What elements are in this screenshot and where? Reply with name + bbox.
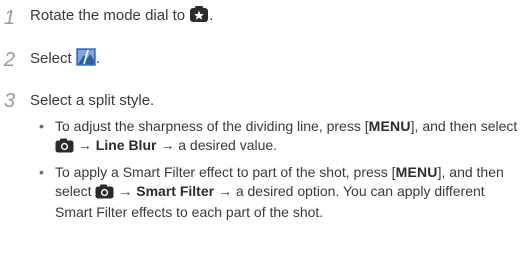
step-number: 1 xyxy=(4,6,16,29)
step-text: Select . xyxy=(30,48,100,72)
step-3: 3 Select a split style. xyxy=(0,91,154,111)
camera-icon xyxy=(55,138,74,158)
bullet-list: • To adjust the sharpness of the dividin… xyxy=(33,117,518,228)
option-name: Line Blur xyxy=(95,136,157,153)
bullet-dot: • xyxy=(39,164,44,180)
step-1: 1 Rotate the mode dial to . xyxy=(0,6,213,29)
step-number: 3 xyxy=(4,90,16,112)
step-number: 2 xyxy=(4,49,16,71)
camera-icon xyxy=(95,184,114,204)
bullet-dot: • xyxy=(39,118,44,134)
instruction-page: 1 Rotate the mode dial to . 2 Select . 3… xyxy=(0,0,521,253)
menu-key: MENU xyxy=(395,164,438,180)
split-shot-icon xyxy=(75,48,96,72)
step-text: Select a split style. xyxy=(30,92,155,109)
list-item: • To adjust the sharpness of the dividin… xyxy=(33,117,518,157)
scene-star-icon xyxy=(189,6,209,29)
option-name: Smart Filter xyxy=(136,182,215,199)
list-item: • To apply a Smart Filter effect to part… xyxy=(39,164,504,220)
step-text: Rotate the mode dial to . xyxy=(30,6,213,29)
step-2: 2 Select . xyxy=(0,48,100,72)
menu-key: MENU xyxy=(368,118,411,134)
